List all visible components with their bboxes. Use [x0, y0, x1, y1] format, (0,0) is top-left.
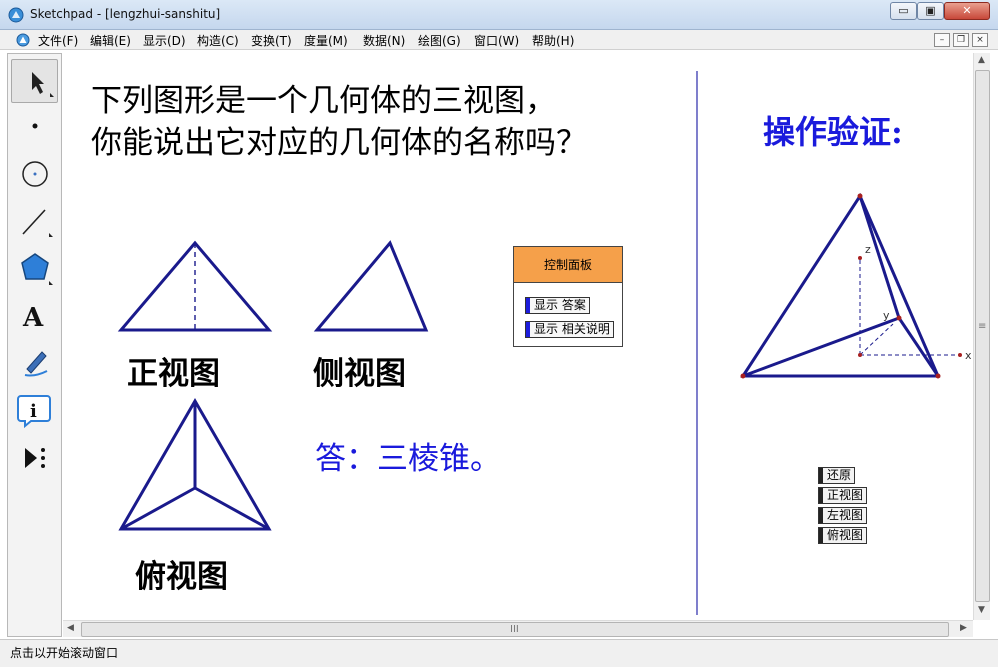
information-icon: i [17, 395, 51, 429]
polygon-tool[interactable] [11, 246, 58, 290]
toolbox: A i [7, 53, 62, 637]
answer-text: 答：三棱锥。 [315, 441, 501, 477]
question-line-2: 你能说出它对应的几何体的名称吗？ [91, 125, 587, 161]
straightedge-line-icon [22, 209, 53, 237]
menu-transform[interactable]: 变换(T) [251, 32, 292, 49]
status-bar: 点击以开始滚动窗口 [0, 639, 998, 667]
side-view-shape[interactable] [313, 240, 429, 332]
title-bar: Sketchpad - [lengzhui-sanshitu] ▭ ▣ ✕ [0, 0, 998, 30]
marker-tool[interactable] [11, 341, 58, 385]
front-view-label: 正视图 [127, 356, 220, 392]
custom-tools-icon [25, 448, 45, 468]
sketch-canvas[interactable]: z y x 下列图形是一个几何体的三视图， 你能说出它对应的几何体的名称吗？ 正… [63, 53, 973, 620]
menu-bar: 文件(F) 编辑(E) 显示(D) 构造(C) 变换(T) 度量(M) 数据(N… [0, 30, 998, 50]
vertical-scroll-thumb[interactable]: ≡ [975, 70, 990, 602]
arrow-select-tool[interactable] [11, 59, 58, 103]
horizontal-scrollbar[interactable]: ◀ III ▶ [63, 620, 973, 637]
question-line-1: 下列图形是一个几何体的三视图， [91, 83, 556, 119]
menu-graph[interactable]: 绘图(G) [418, 32, 461, 49]
left-view-button[interactable]: 左视图 [818, 507, 868, 524]
grip-icon: III [510, 624, 519, 635]
custom-tools[interactable] [11, 436, 58, 480]
point-icon [32, 123, 38, 129]
status-text: 点击以开始滚动窗口 [10, 646, 119, 660]
y-axis [859, 323, 894, 356]
show-notes-button[interactable]: 显示 相关说明 [525, 321, 614, 338]
text-tool[interactable]: A [11, 294, 58, 338]
verify-title: 操作验证: [763, 113, 903, 151]
svg-text:x: x [965, 349, 972, 362]
document-restore-button[interactable]: ❐ [953, 33, 969, 47]
arrow-select-icon [32, 72, 54, 97]
information-tool[interactable]: i [11, 388, 58, 432]
window-title: Sketchpad - [lengzhui-sanshitu] [30, 7, 221, 21]
minimize-button[interactable]: ▭ [890, 2, 917, 20]
restore-button[interactable]: 还原 [818, 467, 856, 484]
marker-pen-icon [24, 351, 48, 377]
control-panel-title: 控制面板 [514, 247, 622, 283]
menu-measure[interactable]: 度量(M) [304, 32, 348, 49]
menu-data[interactable]: 数据(N) [363, 32, 405, 49]
pyramid-3d-model[interactable]: z y x [740, 192, 973, 379]
text-tool-icon: A [22, 303, 44, 333]
scroll-down-icon[interactable]: ▼ [978, 605, 985, 615]
document-close-button[interactable]: × [972, 33, 988, 47]
svg-text:i: i [30, 401, 37, 422]
menu-file[interactable]: 文件(F) [38, 32, 78, 49]
svg-text:z: z [865, 243, 871, 256]
compass-circle-icon [22, 161, 48, 187]
control-panel: 控制面板 显示 答案 显示 相关说明 [513, 246, 623, 347]
document-icon[interactable] [16, 33, 30, 47]
maximize-button[interactable]: ▣ [917, 2, 944, 20]
top-view-button[interactable]: 俯视图 [818, 527, 868, 544]
scroll-up-icon[interactable]: ▲ [978, 55, 985, 65]
menu-window[interactable]: 窗口(W) [474, 32, 519, 49]
scroll-left-icon[interactable]: ◀ [67, 623, 74, 633]
menu-edit[interactable]: 编辑(E) [90, 32, 131, 49]
front-view-shape[interactable] [117, 240, 273, 332]
point-tool[interactable] [11, 104, 58, 148]
close-button[interactable]: ✕ [944, 2, 990, 20]
grip-icon: ≡ [978, 321, 987, 332]
straightedge-tool[interactable] [11, 200, 58, 244]
sketchpad-app-icon [8, 7, 24, 23]
svg-text:A: A [22, 303, 44, 333]
side-view-label: 侧视图 [313, 356, 406, 392]
menu-display[interactable]: 显示(D) [143, 32, 186, 49]
polygon-icon [21, 253, 53, 285]
menu-help[interactable]: 帮助(H) [532, 32, 574, 49]
horizontal-scroll-thumb[interactable]: III [81, 622, 949, 637]
document-minimize-button[interactable]: – [934, 33, 950, 47]
vertical-scrollbar[interactable]: ▲ ≡ ▼ [973, 53, 990, 620]
scroll-right-icon[interactable]: ▶ [960, 623, 967, 633]
front-view-button[interactable]: 正视图 [818, 487, 868, 504]
show-answer-button[interactable]: 显示 答案 [525, 297, 590, 314]
svg-text:y: y [883, 309, 890, 322]
menu-construct[interactable]: 构造(C) [197, 32, 239, 49]
compass-tool[interactable] [11, 152, 58, 196]
top-view-shape[interactable] [118, 398, 272, 531]
top-view-label: 俯视图 [135, 559, 228, 595]
